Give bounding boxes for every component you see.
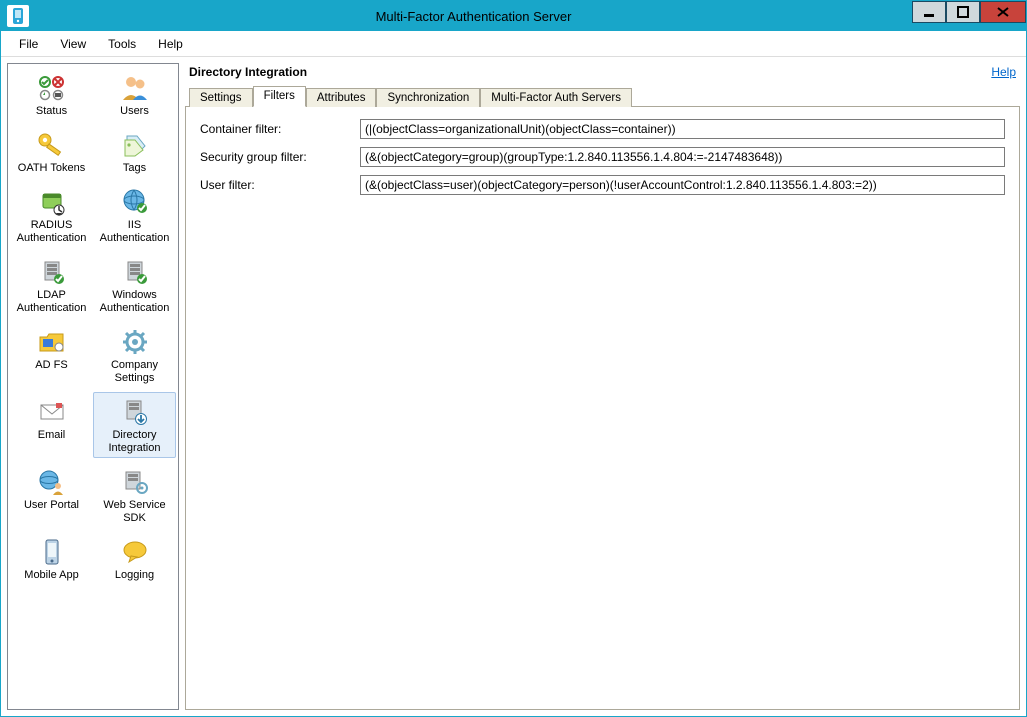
- status-icon: [35, 73, 69, 103]
- sidebar-item-label: OATH Tokens: [18, 162, 85, 175]
- tab-mfa-servers[interactable]: Multi-Factor Auth Servers: [480, 88, 632, 107]
- tab-settings[interactable]: Settings: [189, 88, 253, 107]
- sidebar-item-label: AD FS: [35, 359, 67, 372]
- panel-header: Directory Integration Help: [185, 63, 1020, 85]
- menu-tools[interactable]: Tools: [98, 33, 146, 55]
- window-title: Multi-Factor Authentication Server: [35, 9, 912, 24]
- server-gear-icon: [118, 467, 152, 497]
- sidebar-item-status[interactable]: Status: [10, 68, 93, 121]
- sidebar-item-windows-auth[interactable]: Windows Authentication: [93, 252, 176, 318]
- tags-icon: [118, 130, 152, 160]
- input-security-group-filter[interactable]: [360, 147, 1005, 167]
- tab-page-filters: Container filter: Security group filter:…: [185, 107, 1020, 710]
- minimize-button[interactable]: [912, 1, 946, 23]
- sidebar-item-label: RADIUS Authentication: [13, 219, 90, 245]
- sidebar-item-label: Users: [120, 105, 149, 118]
- radius-icon: [35, 187, 69, 217]
- sidebar-item-web-service-sdk[interactable]: Web Service SDK: [93, 462, 176, 528]
- iis-icon: [118, 187, 152, 217]
- sidebar-item-ldap-auth[interactable]: LDAP Authentication: [10, 252, 93, 318]
- users-icon: [118, 73, 152, 103]
- folder-icon: [35, 327, 69, 357]
- label-user-filter: User filter:: [200, 178, 360, 192]
- sidebar-item-iis-auth[interactable]: IIS Authentication: [93, 182, 176, 248]
- key-icon: [35, 130, 69, 160]
- sidebar-item-company-settings[interactable]: Company Settings: [93, 322, 176, 388]
- sidebar-item-label: Directory Integration: [96, 429, 173, 455]
- title-bar: Multi-Factor Authentication Server: [1, 1, 1026, 31]
- sidebar-item-label: Tags: [123, 162, 146, 175]
- menu-file[interactable]: File: [9, 33, 48, 55]
- label-security-group-filter: Security group filter:: [200, 150, 360, 164]
- globe-user-icon: [35, 467, 69, 497]
- sidebar-item-users[interactable]: Users: [93, 68, 176, 121]
- sidebar-item-mobile-app[interactable]: Mobile App: [10, 532, 93, 585]
- sidebar-item-label: Windows Authentication: [96, 289, 173, 315]
- sidebar-item-logging[interactable]: Logging: [93, 532, 176, 585]
- maximize-button[interactable]: [946, 1, 980, 23]
- row-security-group-filter: Security group filter:: [200, 147, 1005, 167]
- menu-help[interactable]: Help: [148, 33, 193, 55]
- server-icon: [118, 257, 152, 287]
- tab-filters[interactable]: Filters: [253, 86, 306, 107]
- input-user-filter[interactable]: [360, 175, 1005, 195]
- app-icon: [7, 5, 29, 27]
- sidebar-item-tags[interactable]: Tags: [93, 125, 176, 178]
- sidebar-item-directory-integration[interactable]: Directory Integration: [93, 392, 176, 458]
- tab-synchronization[interactable]: Synchronization: [376, 88, 480, 107]
- help-link[interactable]: Help: [991, 65, 1016, 79]
- sidebar-item-label: Logging: [115, 569, 154, 582]
- sidebar-item-label: Email: [38, 429, 66, 442]
- gear-icon: [118, 327, 152, 357]
- tab-strip: Settings Filters Attributes Synchronizat…: [185, 85, 1020, 107]
- server-icon: [35, 257, 69, 287]
- sidebar-item-radius-auth[interactable]: RADIUS Authentication: [10, 182, 93, 248]
- sidebar-item-label: Mobile App: [24, 569, 78, 582]
- sidebar-item-adfs[interactable]: AD FS: [10, 322, 93, 388]
- phone-icon: [35, 537, 69, 567]
- row-container-filter: Container filter:: [200, 119, 1005, 139]
- speech-bubble-icon: [118, 537, 152, 567]
- sidebar-item-label: IIS Authentication: [96, 219, 173, 245]
- sidebar-item-label: Company Settings: [96, 359, 173, 385]
- label-container-filter: Container filter:: [200, 122, 360, 136]
- main-panel: Directory Integration Help Settings Filt…: [185, 63, 1020, 710]
- row-user-filter: User filter:: [200, 175, 1005, 195]
- content-area: Status Users: [1, 57, 1026, 716]
- window-controls: [912, 1, 1026, 31]
- sidebar-item-label: Web Service SDK: [96, 499, 173, 525]
- sidebar-item-label: User Portal: [24, 499, 79, 512]
- sidebar-item-oath-tokens[interactable]: OATH Tokens: [10, 125, 93, 178]
- envelope-icon: [35, 397, 69, 427]
- sidebar-item-label: LDAP Authentication: [13, 289, 90, 315]
- directory-server-icon: [118, 397, 152, 427]
- close-button[interactable]: [980, 1, 1026, 23]
- sidebar-item-user-portal[interactable]: User Portal: [10, 462, 93, 528]
- menu-view[interactable]: View: [50, 33, 96, 55]
- menu-bar: File View Tools Help: [1, 31, 1026, 57]
- panel-title: Directory Integration: [189, 65, 307, 79]
- sidebar-item-email[interactable]: Email: [10, 392, 93, 458]
- sidebar-item-label: Status: [36, 105, 67, 118]
- tab-attributes[interactable]: Attributes: [306, 88, 377, 107]
- sidebar: Status Users: [7, 63, 179, 710]
- input-container-filter[interactable]: [360, 119, 1005, 139]
